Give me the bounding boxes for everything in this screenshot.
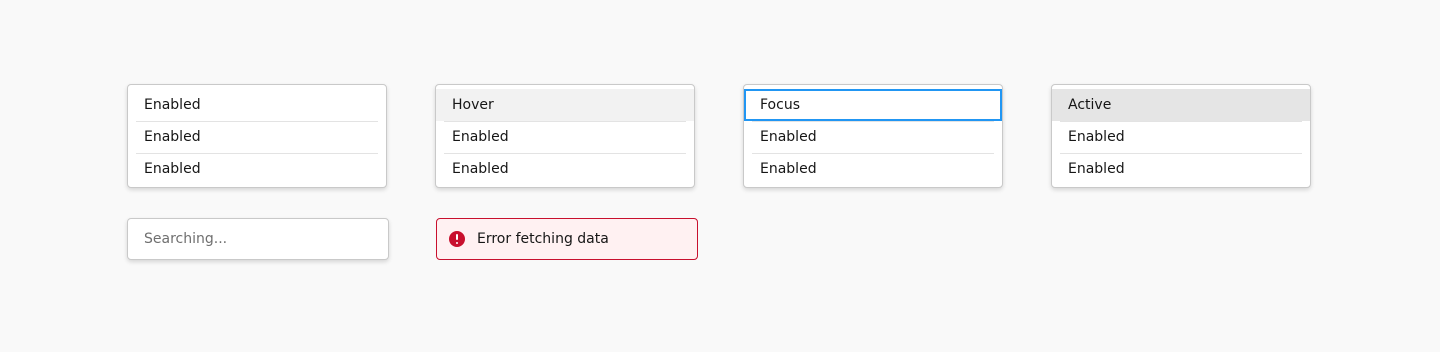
menu-item-active[interactable]: Active — [1052, 89, 1310, 121]
menu-hover-state: Hover Enabled Enabled — [435, 84, 695, 188]
menu-item[interactable]: Enabled — [744, 153, 1002, 185]
menu-active-state: Active Enabled Enabled — [1051, 84, 1311, 188]
menu-item[interactable]: Enabled — [128, 153, 386, 185]
searching-text: Searching... — [144, 231, 228, 247]
menu-item-hover[interactable]: Hover — [436, 89, 694, 121]
menu-item[interactable]: Enabled — [1052, 153, 1310, 185]
searching-status: Searching... — [127, 218, 389, 260]
error-icon — [449, 231, 465, 247]
error-message: Error fetching data — [436, 218, 698, 260]
menu-item[interactable]: Enabled — [436, 153, 694, 185]
menu-focus-state: Focus Enabled Enabled — [743, 84, 1003, 188]
menu-item-focus[interactable]: Focus — [744, 89, 1002, 121]
menu-item[interactable]: Enabled — [1052, 121, 1310, 153]
menu-item[interactable]: Enabled — [128, 121, 386, 153]
menu-item[interactable]: Enabled — [128, 89, 386, 121]
menu-item[interactable]: Enabled — [436, 121, 694, 153]
error-text: Error fetching data — [477, 231, 609, 247]
menu-enabled-state: Enabled Enabled Enabled — [127, 84, 387, 188]
menu-item[interactable]: Enabled — [744, 121, 1002, 153]
